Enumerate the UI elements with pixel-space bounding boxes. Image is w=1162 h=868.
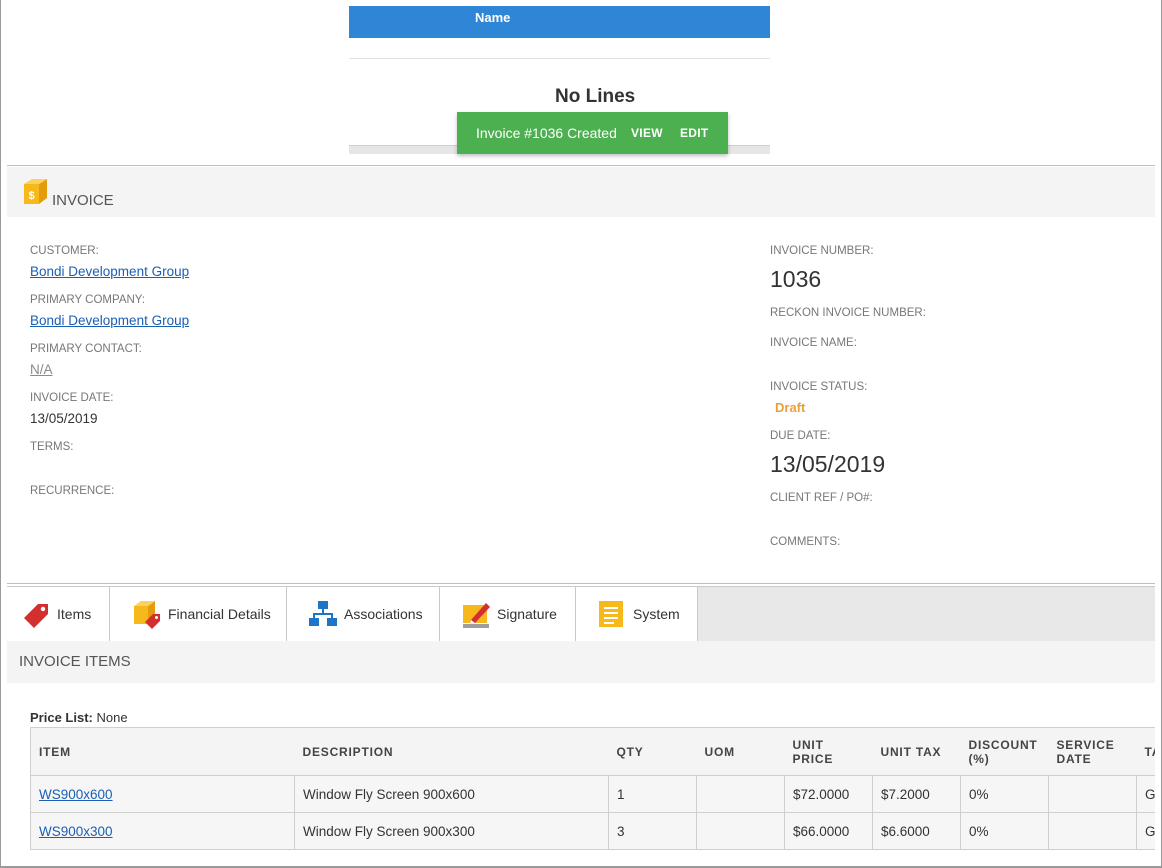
- comments-label: COMMENTS:: [770, 536, 841, 548]
- reckon-invoice-number-label: RECKON INVOICE NUMBER:: [770, 307, 926, 319]
- invoice-name-label: INVOICE NAME:: [770, 337, 857, 349]
- hierarchy-icon: [309, 601, 337, 626]
- unit-price-cell: $72.0000: [784, 775, 873, 813]
- column-header-item[interactable]: ITEM: [30, 727, 295, 776]
- unit-price-cell: $66.0000: [784, 812, 873, 850]
- item-cell: WS900x600: [30, 775, 295, 813]
- description-cell: Window Fly Screen 900x300: [294, 812, 609, 850]
- tab-financial-details[interactable]: Financial Details: [110, 587, 287, 642]
- system-list-icon: [599, 601, 623, 627]
- tax-cell: GST: [1136, 775, 1155, 813]
- discount-cell: 0%: [960, 812, 1049, 850]
- tab-signature[interactable]: Signature: [440, 587, 576, 642]
- column-header-uom[interactable]: UOM: [696, 727, 785, 776]
- name-column-header: Name: [475, 10, 511, 25]
- toast-edit-button[interactable]: EDIT: [680, 126, 709, 140]
- service-date-cell: [1048, 812, 1137, 850]
- item-code-link[interactable]: WS900x300: [39, 824, 113, 839]
- invoice-box-icon: $: [24, 179, 47, 204]
- tab-system-label: System: [633, 606, 680, 622]
- customer-label: CUSTOMER:: [30, 245, 99, 257]
- column-header-tax[interactable]: TAX: [1136, 727, 1155, 776]
- qty-cell: 3: [608, 812, 697, 850]
- lines-table-header: Name: [349, 6, 770, 38]
- column-header-service-date[interactable]: SERVICE DATE: [1048, 727, 1137, 776]
- primary-company-link[interactable]: Bondi Development Group: [30, 313, 189, 328]
- price-list: Price List: None: [30, 710, 128, 725]
- invoice-items-table: ITEM DESCRIPTION QTY UOM UNIT PRICE UNIT…: [30, 727, 1155, 850]
- table-header-row: ITEM DESCRIPTION QTY UOM UNIT PRICE UNIT…: [30, 727, 1155, 776]
- uom-cell: [696, 812, 785, 850]
- price-list-value: None: [96, 710, 128, 725]
- unit-tax-cell: $7.2000: [872, 775, 961, 813]
- uom-cell: [696, 775, 785, 813]
- tab-items[interactable]: Items: [7, 587, 110, 643]
- invoice-number-value: 1036: [770, 266, 822, 292]
- tab-system[interactable]: System: [576, 587, 698, 642]
- toast-message: Invoice #1036 Created: [476, 125, 617, 141]
- invoice-items-table-container[interactable]: ITEM DESCRIPTION QTY UOM UNIT PRICE UNIT…: [30, 727, 1155, 851]
- invoice-number-label: INVOICE NUMBER:: [770, 245, 874, 257]
- invoice-items-title: INVOICE ITEMS: [19, 653, 131, 670]
- due-date-label: DUE DATE:: [770, 430, 831, 442]
- detail-tabs: Items Financial Details Associations Sig…: [7, 586, 1155, 643]
- column-header-description[interactable]: DESCRIPTION: [294, 727, 609, 776]
- toast-view-button[interactable]: VIEW: [631, 126, 663, 140]
- item-cell: WS900x300: [30, 812, 295, 850]
- tab-associations[interactable]: Associations: [287, 587, 440, 642]
- item-code-link[interactable]: WS900x600: [39, 787, 113, 802]
- invoice-created-toast: Invoice #1036 Created VIEW EDIT: [457, 112, 728, 154]
- column-header-qty[interactable]: QTY: [608, 727, 697, 776]
- description-cell: Window Fly Screen 900x600: [294, 775, 609, 813]
- divider: [349, 58, 770, 59]
- client-ref-label: CLIENT REF / PO#:: [770, 492, 873, 504]
- no-lines-text: No Lines: [555, 86, 636, 107]
- column-header-unit-tax[interactable]: UNIT TAX: [872, 727, 961, 776]
- invoice-status-label: INVOICE STATUS:: [770, 381, 868, 393]
- customer-link[interactable]: Bondi Development Group: [30, 264, 189, 279]
- table-row[interactable]: WS900x300 Window Fly Screen 900x300 3 $6…: [30, 812, 1155, 850]
- price-list-label: Price List:: [30, 710, 93, 725]
- column-header-unit-price[interactable]: UNIT PRICE: [784, 727, 873, 776]
- tab-financial-details-label: Financial Details: [168, 606, 271, 622]
- tab-associations-label: Associations: [344, 606, 423, 622]
- terms-label: TERMS:: [30, 441, 74, 453]
- discount-cell: 0%: [960, 775, 1049, 813]
- primary-contact-label: PRIMARY CONTACT:: [30, 343, 142, 355]
- unit-tax-cell: $6.6000: [872, 812, 961, 850]
- invoice-date-value: 13/05/2019: [30, 411, 98, 426]
- tab-items-label: Items: [57, 606, 92, 622]
- invoice-status-badge: Draft: [775, 400, 806, 415]
- column-header-discount[interactable]: DISCOUNT (%): [960, 727, 1049, 776]
- table-row[interactable]: WS900x600 Window Fly Screen 900x600 1 $7…: [30, 775, 1155, 813]
- signature-pen-icon: [463, 603, 490, 628]
- section-divider: [7, 165, 1155, 166]
- service-date-cell: [1048, 775, 1137, 813]
- financial-box-icon: [134, 601, 160, 629]
- tax-cell: GST: [1136, 812, 1155, 850]
- invoice-section-header: $ INVOICE: [7, 167, 1155, 217]
- svg-text:$: $: [29, 190, 35, 202]
- tab-signature-label: Signature: [497, 606, 557, 622]
- invoice-date-label: INVOICE DATE:: [30, 392, 114, 404]
- recurrence-label: RECURRENCE:: [30, 485, 115, 497]
- due-date-value: 13/05/2019: [770, 451, 886, 477]
- primary-company-label: PRIMARY COMPANY:: [30, 294, 146, 306]
- qty-cell: 1: [608, 775, 697, 813]
- invoice-items-header: INVOICE ITEMS: [7, 641, 1155, 683]
- price-tag-icon: [24, 604, 48, 628]
- primary-contact-value[interactable]: N/A: [30, 362, 53, 377]
- invoice-section-title: INVOICE: [52, 192, 114, 209]
- section-divider: [7, 583, 1155, 584]
